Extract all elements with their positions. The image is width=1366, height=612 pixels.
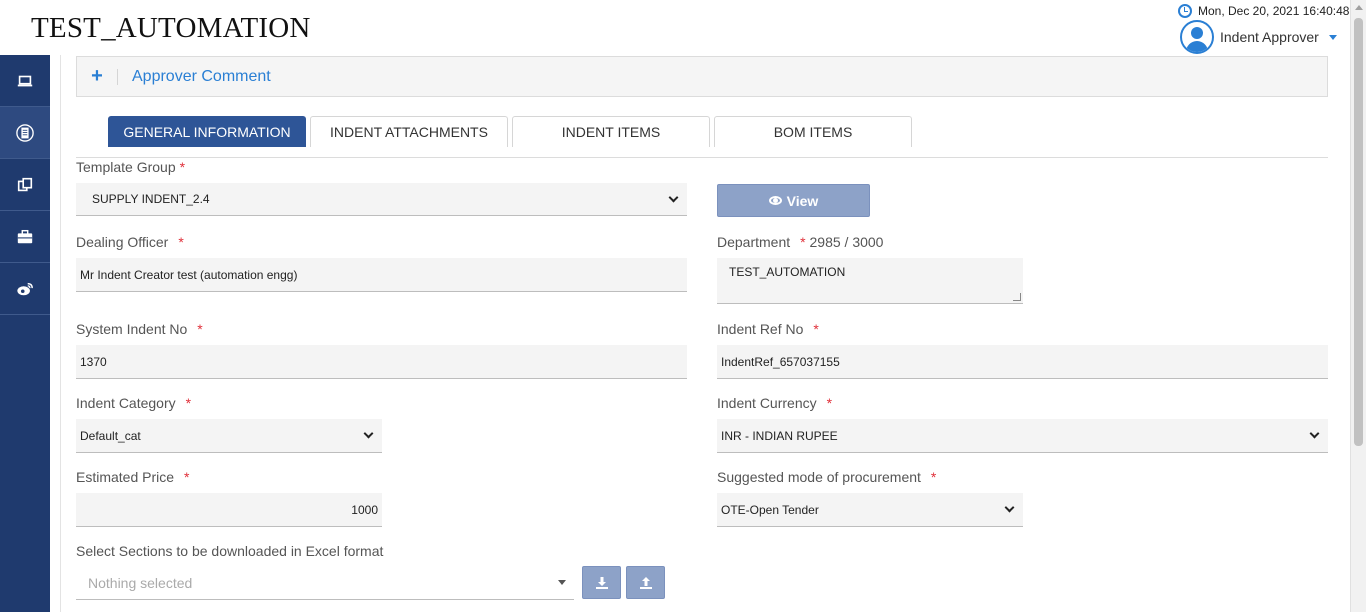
indent-currency-value: INR - INDIAN RUPEE — [721, 428, 838, 443]
dealing-officer-label: Dealing Officer * — [76, 234, 184, 250]
datetime-text: Mon, Dec 20, 2021 16:40:48 — [1198, 4, 1350, 18]
user-avatar-icon — [1180, 20, 1214, 54]
sidebar-item-document[interactable] — [0, 107, 50, 159]
department-textarea[interactable]: TEST_AUTOMATION — [717, 258, 1023, 304]
required-marker: * — [184, 469, 190, 485]
datetime-display: Mon, Dec 20, 2021 16:40:48 — [1178, 4, 1349, 18]
chevron-down-icon — [1004, 502, 1015, 513]
caret-down-icon — [558, 580, 566, 585]
sidebar-item-weibo[interactable] — [0, 263, 50, 315]
template-group-select[interactable]: SUPPLY INDENT_2.4 — [76, 183, 687, 216]
template-group-value: SUPPLY INDENT_2.4 — [92, 192, 210, 206]
estimated-price-value: 1000 — [351, 502, 378, 517]
required-marker: * — [179, 159, 186, 175]
view-button[interactable]: View — [717, 184, 870, 217]
sidebar — [0, 55, 50, 612]
required-marker: * — [800, 234, 806, 250]
chevron-down-icon — [363, 428, 374, 439]
required-marker: * — [197, 321, 203, 337]
excel-sections-label: Select Sections to be downloaded in Exce… — [76, 543, 384, 559]
view-button-label: View — [786, 192, 819, 209]
download-icon — [595, 576, 608, 589]
indent-ref-no-label: Indent Ref No * — [717, 321, 819, 337]
tab-underline — [76, 157, 1328, 158]
upload-icon — [639, 576, 652, 589]
indent-currency-label: Indent Currency * — [717, 395, 833, 411]
tab-general-information[interactable]: GENERAL INFORMATION — [108, 116, 306, 147]
dealing-officer-value: Mr Indent Creator test (automation engg) — [80, 267, 298, 282]
system-indent-no-field[interactable]: 1370 — [76, 345, 687, 379]
copy-icon — [17, 177, 33, 191]
required-marker: * — [813, 321, 819, 337]
required-marker: * — [178, 234, 184, 250]
indent-category-label: Indent Category * — [76, 395, 192, 411]
approver-comment-panel: + Approver Comment — [76, 56, 1328, 97]
chevron-down-icon — [1328, 34, 1337, 40]
upload-excel-button[interactable] — [626, 566, 665, 599]
template-group-label: Template Group * — [76, 159, 186, 175]
chevron-down-icon — [1309, 428, 1320, 439]
expand-icon[interactable]: + — [77, 65, 117, 88]
excel-sections-multiselect[interactable]: Nothing selected — [76, 566, 574, 600]
tab-bar: GENERAL INFORMATION INDENT ATTACHMENTS I… — [108, 116, 912, 147]
scroll-thumb[interactable] — [1354, 18, 1363, 446]
excel-sections-placeholder: Nothing selected — [88, 574, 193, 591]
department-label: Department * 2985 / 3000 — [717, 234, 884, 250]
weibo-icon — [17, 282, 33, 295]
app-title: TEST_AUTOMATION — [31, 12, 311, 44]
required-marker: * — [826, 395, 833, 411]
system-indent-no-value: 1370 — [80, 354, 107, 369]
laptop-icon — [17, 75, 33, 86]
procurement-mode-select[interactable]: OTE-Open Tender — [717, 493, 1023, 527]
sidebar-item-briefcase[interactable] — [0, 211, 50, 263]
indent-currency-select[interactable]: INR - INDIAN RUPEE — [717, 419, 1328, 453]
chevron-down-icon — [668, 192, 679, 202]
estimated-price-label: Estimated Price * — [76, 469, 190, 485]
department-char-counter: 2985 / 3000 — [809, 234, 884, 250]
tab-indent-items[interactable]: INDENT ITEMS — [512, 116, 710, 147]
required-marker: * — [930, 469, 937, 485]
content-divider — [60, 55, 61, 612]
sidebar-item-copy[interactable] — [0, 159, 50, 211]
page-scrollbar[interactable] — [1350, 0, 1366, 612]
resize-handle-icon[interactable] — [1013, 293, 1021, 301]
top-bar: TEST_AUTOMATION Mon, Dec 20, 2021 16:40:… — [0, 0, 1350, 56]
user-name: Indent Approver — [1220, 29, 1319, 45]
required-marker: * — [185, 395, 192, 411]
clock-icon — [1178, 4, 1192, 18]
briefcase-icon — [17, 229, 33, 243]
department-value: TEST_AUTOMATION — [729, 265, 846, 279]
dealing-officer-field[interactable]: Mr Indent Creator test (automation engg) — [76, 258, 687, 292]
document-icon — [16, 123, 34, 142]
indent-category-value: Default_cat — [80, 428, 141, 443]
tab-bom-items[interactable]: BOM ITEMS — [714, 116, 912, 147]
procurement-mode-label: Suggested mode of procurement * — [717, 469, 937, 485]
indent-ref-no-value: IndentRef_657037155 — [721, 354, 840, 369]
sidebar-item-laptop[interactable] — [0, 55, 50, 107]
eye-icon — [768, 196, 782, 205]
scroll-up-arrow-icon[interactable] — [1355, 5, 1363, 10]
separator — [117, 68, 118, 85]
estimated-price-field[interactable]: 1000 — [76, 493, 382, 527]
tab-indent-attachments[interactable]: INDENT ATTACHMENTS — [310, 116, 508, 147]
user-menu[interactable]: Indent Approver — [1180, 20, 1337, 54]
indent-ref-no-field[interactable]: IndentRef_657037155 — [717, 345, 1328, 379]
download-excel-button[interactable] — [582, 566, 621, 599]
approver-comment-title[interactable]: Approver Comment — [132, 68, 271, 86]
indent-category-select[interactable]: Default_cat — [76, 419, 382, 453]
system-indent-no-label: System Indent No * — [76, 321, 203, 337]
procurement-mode-value: OTE-Open Tender — [721, 502, 819, 517]
